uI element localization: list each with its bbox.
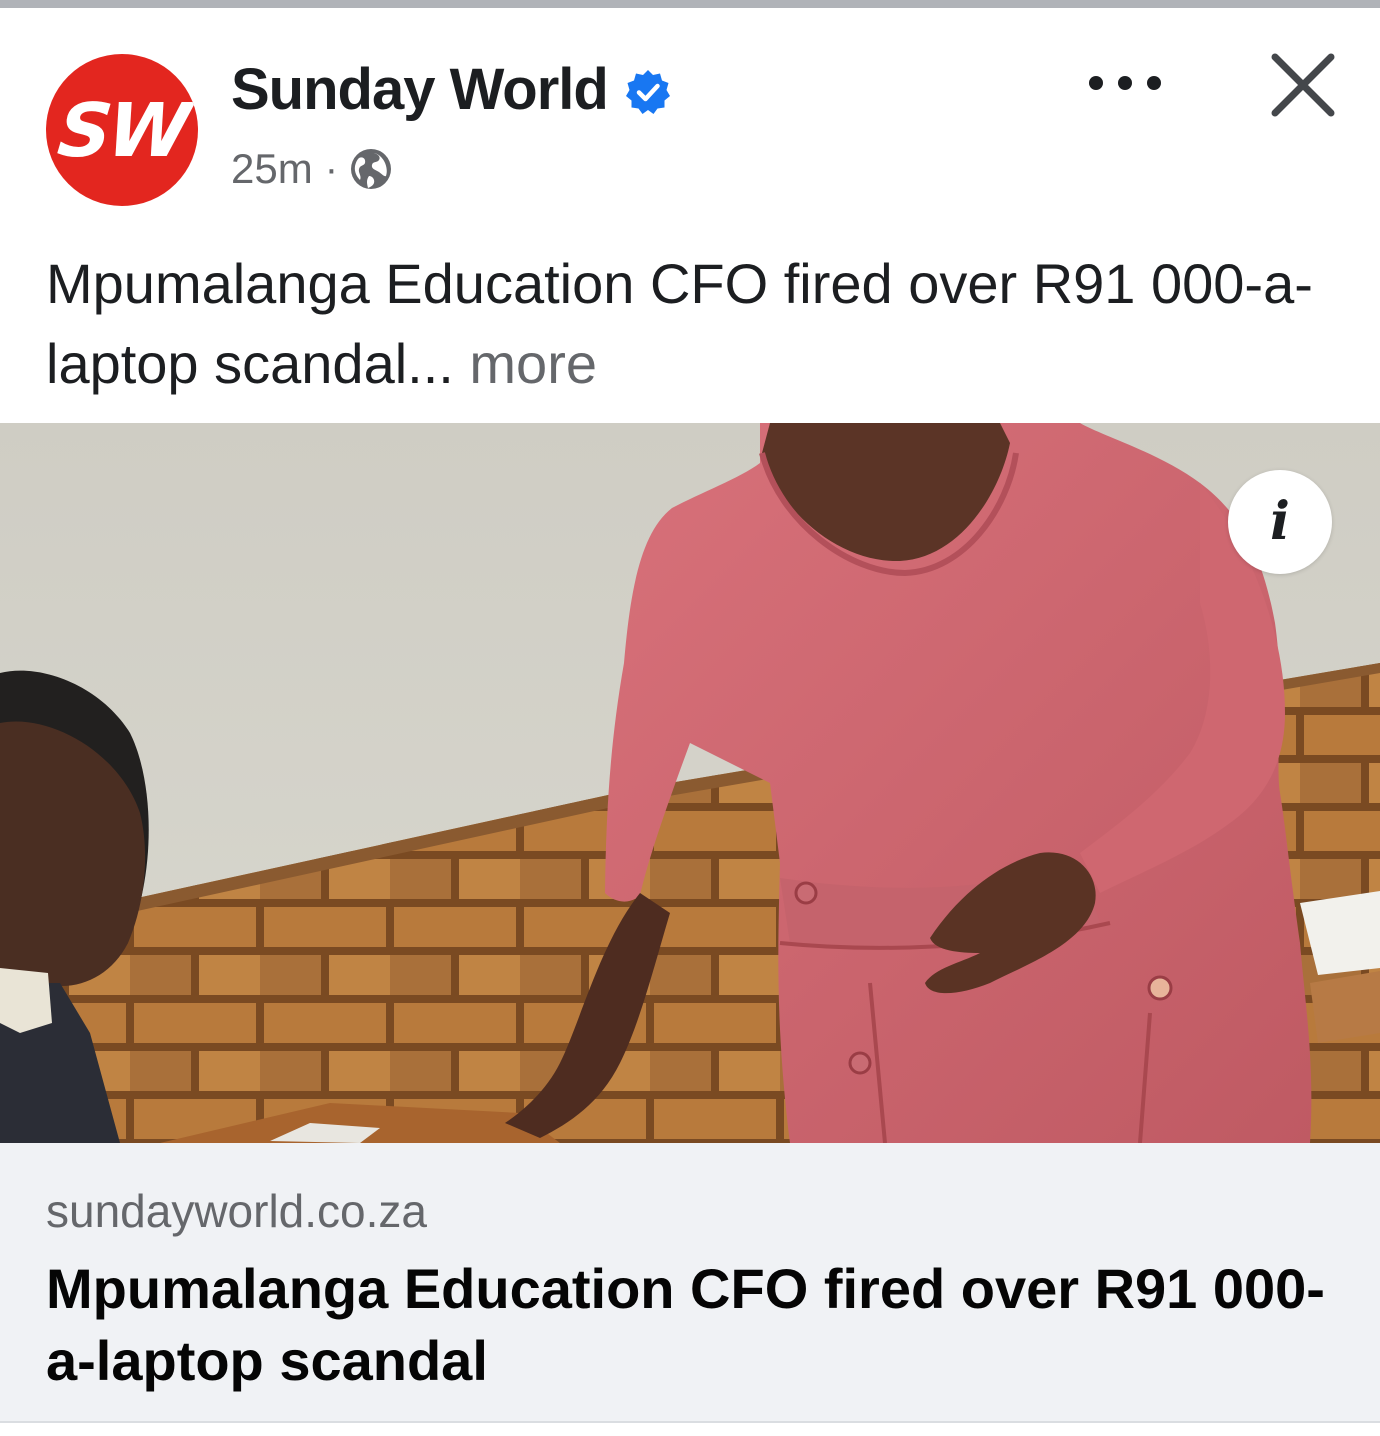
link-domain: sundayworld.co.za bbox=[46, 1185, 427, 1237]
image-info-button[interactable]: i bbox=[1228, 470, 1332, 574]
page-name[interactable]: Sunday World bbox=[231, 56, 609, 124]
bottom-divider bbox=[0, 1421, 1380, 1423]
post-caption: Mpumalanga Education CFO fired over R91 … bbox=[46, 244, 1346, 404]
page-avatar[interactable]: SW bbox=[46, 54, 198, 206]
link-title: Mpumalanga Education CFO fired over R91 … bbox=[46, 1257, 1325, 1392]
post-meta: 25m · bbox=[231, 145, 394, 193]
close-icon[interactable] bbox=[1268, 50, 1338, 120]
verified-badge-icon bbox=[626, 70, 670, 114]
more-horizontal-icon[interactable] bbox=[1082, 60, 1168, 106]
globe-icon bbox=[351, 149, 392, 189]
see-more-link[interactable]: more bbox=[469, 332, 597, 395]
top-divider bbox=[0, 0, 1380, 8]
info-icon: i bbox=[1270, 491, 1290, 552]
avatar-logo-text: SW bbox=[54, 88, 190, 174]
meta-separator: · bbox=[324, 147, 339, 191]
post-photo-illustration bbox=[0, 423, 1380, 1143]
link-preview-card[interactable]: sundayworld.co.za Mpumalanga Education C… bbox=[0, 1143, 1380, 1421]
caption-text: Mpumalanga Education CFO fired over R91 … bbox=[46, 252, 1313, 395]
post-timestamp[interactable]: 25m bbox=[231, 145, 313, 193]
post-image[interactable] bbox=[0, 423, 1380, 1143]
